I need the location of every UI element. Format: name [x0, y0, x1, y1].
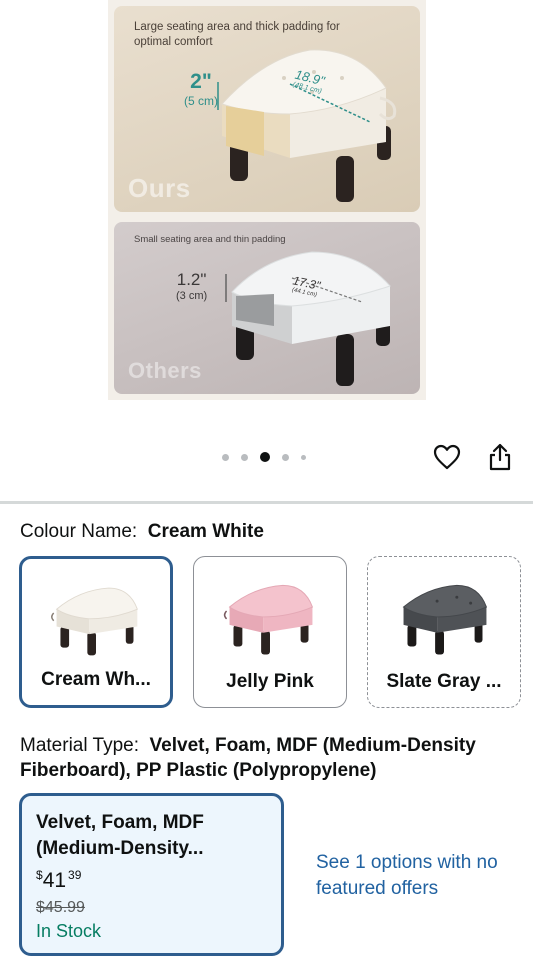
colour-label: Colour Name: — [20, 521, 138, 542]
price-fraction: 39 — [68, 868, 82, 882]
price-whole: 41 — [42, 869, 67, 892]
comparison-panel-ours: Large seating area and thick padding for… — [114, 6, 420, 212]
panel-tag: Others — [128, 358, 202, 383]
material-type-row: Material Type: Velvet, Foam, MDF (Medium… — [20, 733, 520, 783]
material-option-card[interactable]: Velvet, Foam, MDF (Medium-Density... $41… — [19, 793, 284, 956]
carousel-dot[interactable] — [222, 453, 229, 461]
share-icon — [489, 443, 511, 471]
carousel-dot[interactable] — [282, 453, 289, 461]
colour-name-row: Colour Name: Cream White — [20, 521, 264, 543]
price-currency: $ — [36, 868, 43, 882]
carousel-dot[interactable] — [241, 453, 248, 461]
colour-swatch-jelly-pink[interactable]: Jelly Pink — [193, 556, 347, 708]
panel-caption: Small seating area and thin padding — [134, 234, 286, 245]
jelly-pink-ottoman-thumbnail — [223, 584, 314, 655]
colour-swatch-cream-white[interactable]: Cream Wh... — [19, 556, 173, 708]
list-price: $45.99 — [36, 899, 85, 916]
availability-status: In Stock — [36, 921, 102, 941]
swatch-label: Jelly Pink — [226, 671, 314, 692]
comparison-panel-others: Small seating area and thin padding 1.2"… — [114, 222, 420, 394]
height-dimension: 1.2" (3 cm) — [176, 270, 207, 302]
see-options-link[interactable]: See 1 options with no featured offers — [316, 850, 516, 902]
height-metric: (3 cm) — [176, 290, 208, 302]
section-divider — [0, 501, 533, 504]
height-metric: (5 cm) — [184, 94, 218, 108]
cream-white-ottoman-thumbnail — [51, 587, 138, 656]
panel-tag: Ours — [128, 173, 191, 203]
carousel-dot[interactable] — [301, 454, 306, 460]
colour-swatch-slate-gray[interactable]: Slate Gray ... — [367, 556, 521, 708]
favorite-button[interactable] — [430, 440, 464, 474]
price: $41 39 — [36, 868, 81, 893]
height-label: 2" — [190, 70, 212, 93]
height-dimension: 2" (5 cm) — [184, 70, 218, 108]
swatch-label: Slate Gray ... — [386, 671, 502, 692]
carousel-dots[interactable] — [222, 452, 306, 462]
share-button[interactable] — [483, 440, 517, 474]
carousel-dot-active[interactable] — [260, 452, 270, 462]
height-label: 1.2" — [176, 270, 207, 289]
material-option-title: Velvet, Foam, MDF (Medium-Density... — [36, 812, 204, 859]
panel-caption: Large seating area and thick padding for… — [134, 21, 340, 48]
product-image[interactable]: Large seating area and thick padding for… — [108, 0, 426, 400]
slate-gray-ottoman-thumbnail — [402, 584, 488, 655]
colour-selected-value: Cream White — [147, 521, 264, 542]
swatch-label: Cream Wh... — [41, 669, 151, 690]
heart-icon — [433, 444, 461, 470]
material-label: Material Type: — [20, 735, 139, 756]
